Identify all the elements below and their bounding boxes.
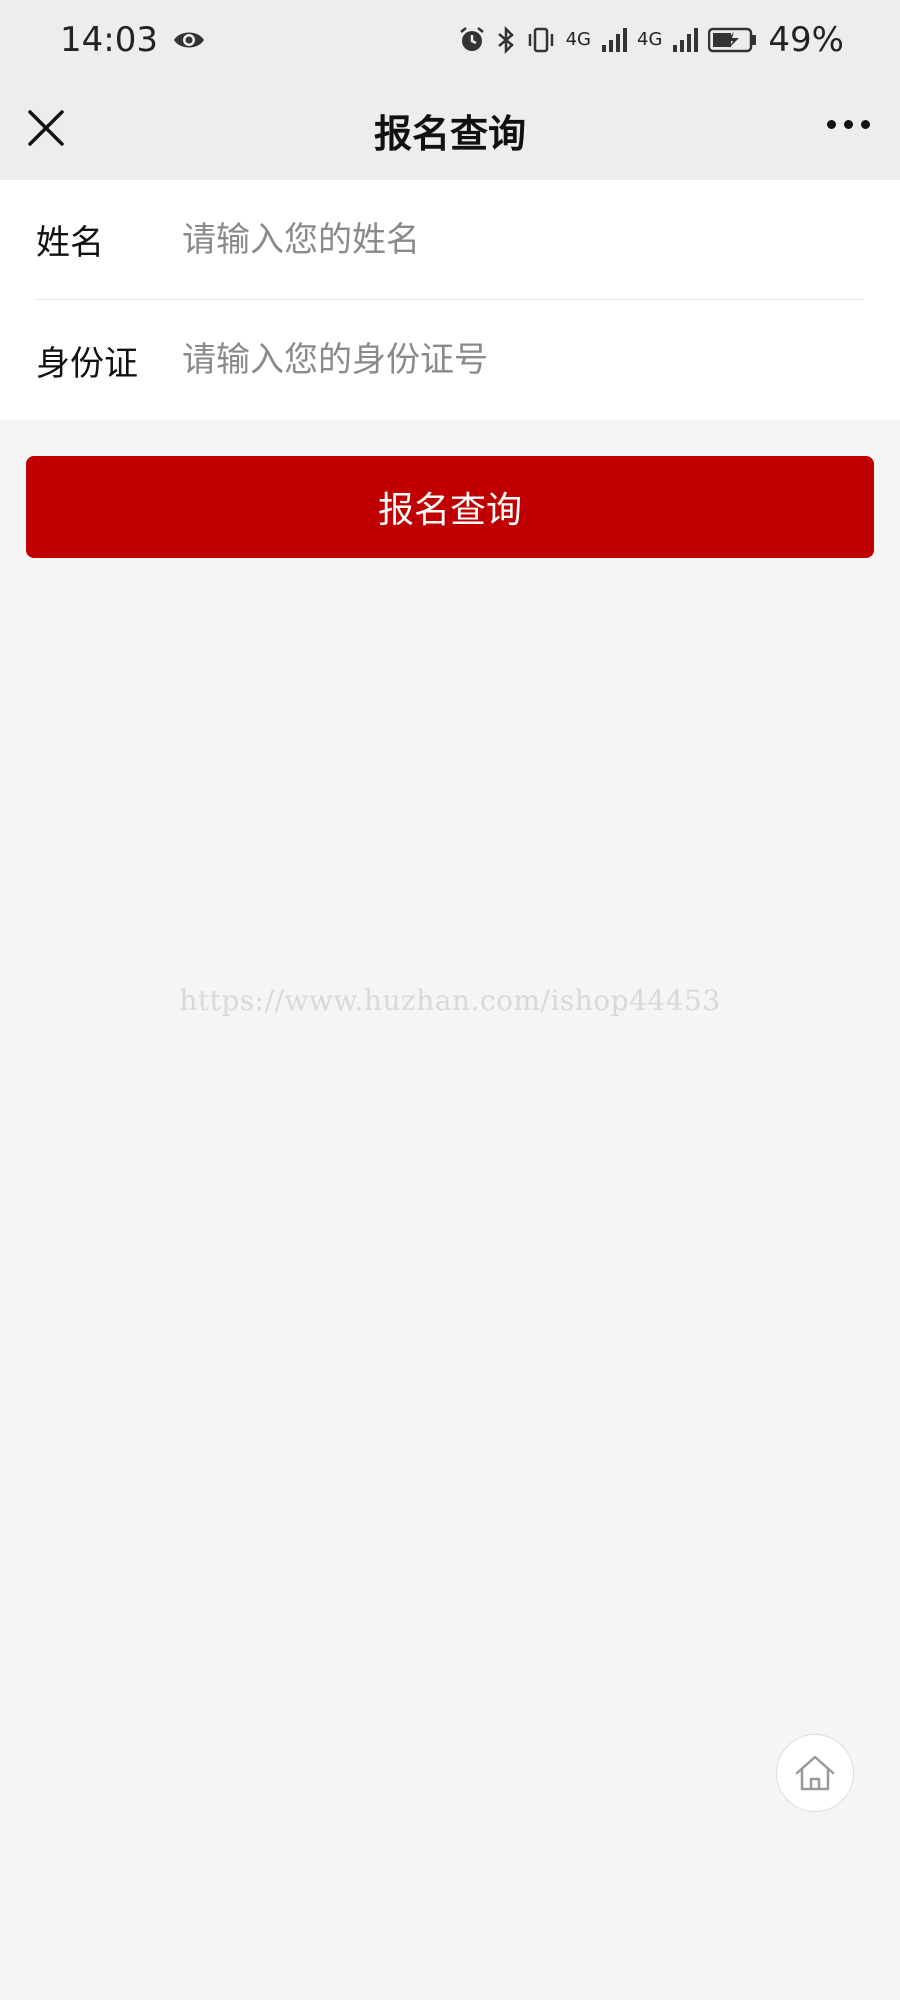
id-input[interactable] bbox=[182, 340, 864, 380]
signal-icon-2 bbox=[673, 28, 699, 52]
status-time: 14:03 bbox=[60, 20, 158, 60]
page-title: 报名查询 bbox=[373, 111, 526, 156]
id-row: 身份证 bbox=[36, 300, 864, 420]
battery-percent: 49% bbox=[768, 20, 844, 60]
status-right: 4G 4G 49% bbox=[458, 20, 844, 60]
eye-icon bbox=[173, 32, 204, 48]
network-2-label: 4G bbox=[637, 29, 663, 50]
alarm-icon bbox=[459, 27, 484, 51]
more-menu-icon[interactable] bbox=[827, 120, 870, 129]
id-label: 身份证 bbox=[36, 343, 138, 384]
home-button[interactable] bbox=[776, 1734, 854, 1812]
more-dot bbox=[861, 120, 870, 129]
status-bar: 14:03 4G 4G 49% bbox=[0, 0, 900, 80]
watermark-text: https://www.huzhan.com/ishop44453 bbox=[179, 984, 721, 1017]
home-icon bbox=[795, 1755, 835, 1791]
name-label: 姓名 bbox=[36, 223, 104, 263]
name-row: 姓名 bbox=[36, 180, 864, 300]
vibrate-icon bbox=[528, 27, 553, 53]
bluetooth-icon bbox=[497, 26, 514, 54]
more-dot bbox=[827, 120, 836, 129]
network-1-label: 4G bbox=[565, 29, 592, 50]
nav-bar: 报名查询 bbox=[0, 80, 900, 180]
battery-charging-icon bbox=[708, 27, 757, 53]
query-form: 姓名 身份证 bbox=[0, 180, 900, 420]
more-dot bbox=[844, 120, 853, 129]
name-input[interactable] bbox=[182, 219, 864, 260]
status-left: 14:03 bbox=[60, 20, 206, 60]
query-button[interactable]: 报名查询 bbox=[26, 456, 874, 558]
close-icon[interactable] bbox=[26, 108, 66, 148]
signal-icon-1 bbox=[602, 28, 628, 52]
